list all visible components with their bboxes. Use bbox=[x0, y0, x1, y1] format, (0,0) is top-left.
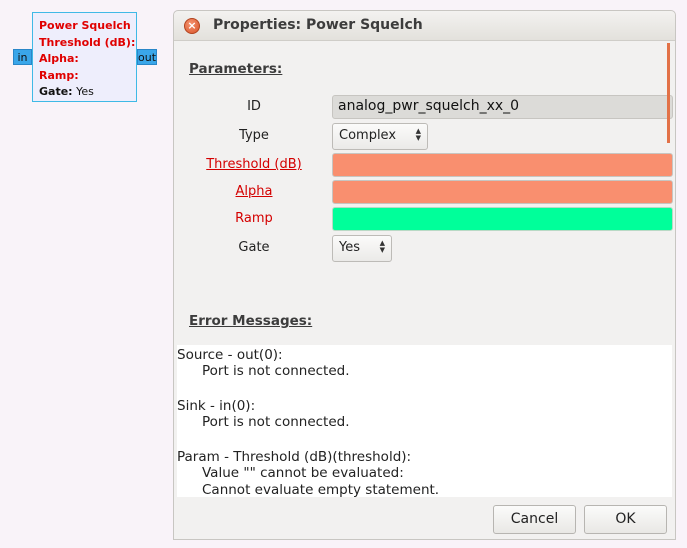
block-param-gate: Gate: Yes bbox=[39, 85, 94, 98]
error-messages-panel: Source - out(0): Port is not connected. … bbox=[177, 345, 672, 498]
block-param-threshold: Threshold (dB): bbox=[39, 35, 136, 49]
id-field[interactable]: analog_pwr_squelch_xx_0 bbox=[332, 95, 673, 119]
ramp-field[interactable] bbox=[332, 207, 673, 231]
block-title: Power Squelch bbox=[39, 19, 131, 32]
properties-dialog: × Properties: Power Squelch Parameters: … bbox=[173, 10, 676, 540]
threshold-field[interactable] bbox=[332, 153, 673, 177]
type-label: Type bbox=[239, 128, 269, 143]
error-line: Port is not connected. bbox=[202, 363, 350, 379]
block-param-ramp: Ramp: bbox=[39, 68, 79, 82]
cancel-button[interactable]: Cancel bbox=[493, 505, 576, 534]
ramp-label: Ramp bbox=[235, 211, 273, 226]
dialog-titlebar: × Properties: Power Squelch bbox=[174, 11, 675, 41]
error-line: Source - out(0): bbox=[177, 347, 283, 363]
block-param-alpha: Alpha: bbox=[39, 52, 79, 65]
errors-heading: Error Messages: bbox=[189, 313, 313, 329]
power-squelch-block[interactable]: Power Squelch Threshold (dB): Alpha: Ram… bbox=[32, 12, 137, 102]
type-select[interactable]: Complex ▲ ▼ bbox=[332, 123, 428, 150]
alpha-label: Alpha bbox=[235, 184, 273, 199]
error-line: Sink - in(0): bbox=[177, 398, 256, 414]
error-line: Port is not connected. bbox=[202, 414, 350, 430]
gate-select[interactable]: Yes ▲ ▼ bbox=[332, 235, 392, 262]
scrollbar[interactable] bbox=[667, 43, 670, 143]
type-select-value: Complex bbox=[339, 128, 397, 143]
id-label: ID bbox=[247, 99, 261, 114]
close-icon[interactable]: × bbox=[184, 18, 200, 34]
gate-label: Gate bbox=[238, 240, 270, 255]
input-port[interactable]: in bbox=[13, 49, 32, 65]
output-port[interactable]: out bbox=[137, 49, 157, 65]
threshold-label: Threshold (dB) bbox=[206, 157, 302, 172]
error-line: Param - Threshold (dB)(threshold): bbox=[177, 449, 412, 465]
parameters-heading: Parameters: bbox=[189, 61, 283, 77]
alpha-field[interactable] bbox=[332, 180, 673, 204]
up-down-arrows-icon: ▲ ▼ bbox=[379, 239, 385, 254]
dialog-title: Properties: Power Squelch bbox=[213, 17, 423, 33]
parameters-panel[interactable]: Parameters: ID analog_pwr_squelch_xx_0 T… bbox=[177, 41, 673, 345]
error-line: Value "" cannot be evaluated: bbox=[202, 465, 404, 481]
up-down-arrows-icon: ▲ ▼ bbox=[415, 127, 421, 142]
gate-select-value: Yes bbox=[339, 240, 360, 255]
ok-button[interactable]: OK bbox=[584, 505, 667, 534]
error-line: Cannot evaluate empty statement. bbox=[202, 482, 440, 498]
